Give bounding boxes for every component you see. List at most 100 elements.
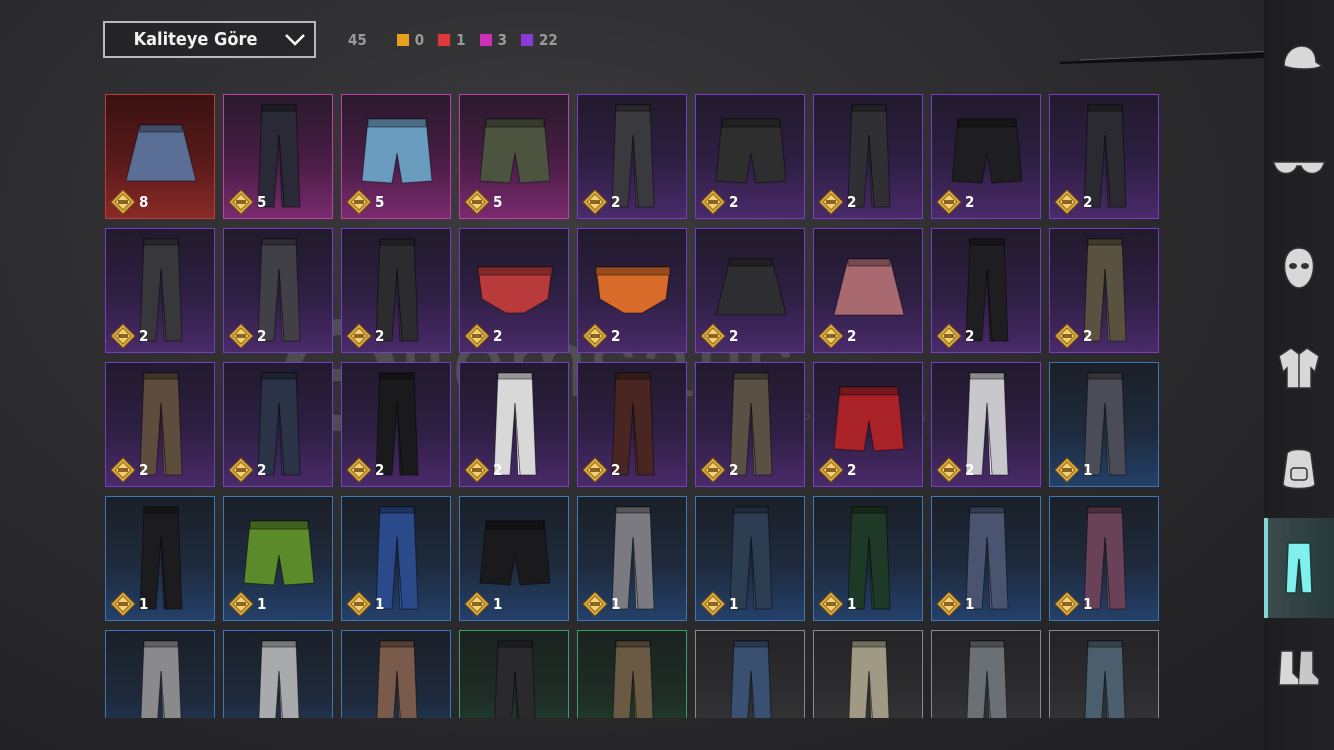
coin-icon (110, 591, 136, 617)
item-slot[interactable]: 2 (223, 228, 333, 353)
category-mask[interactable] (1264, 218, 1334, 318)
item-slot[interactable] (813, 630, 923, 718)
item-slot[interactable] (223, 630, 333, 718)
item-slot[interactable]: 2 (459, 228, 569, 353)
shoes-icon (1278, 650, 1320, 686)
item-slot[interactable]: 1 (1049, 496, 1159, 621)
coin-icon (110, 323, 136, 349)
item-count-badge: 1 (346, 591, 384, 617)
coin-icon (464, 323, 490, 349)
coin-icon (582, 457, 608, 483)
coin-icon (228, 189, 254, 215)
item-count: 2 (847, 461, 857, 479)
item-slot[interactable]: 2 (1049, 228, 1159, 353)
item-slot[interactable]: 2 (813, 94, 923, 219)
item-slot[interactable]: 2 (105, 228, 215, 353)
item-count: 1 (611, 595, 621, 613)
coin-icon (582, 323, 608, 349)
item-count: 2 (965, 461, 975, 479)
item-slot[interactable] (931, 630, 1041, 718)
item-slot[interactable]: 5 (341, 94, 451, 219)
item-slot[interactable]: 1 (695, 496, 805, 621)
item-slot[interactable]: 2 (577, 362, 687, 487)
item-slot[interactable]: 2 (223, 362, 333, 487)
item-count: 5 (257, 193, 267, 211)
item-slot[interactable]: 2 (459, 362, 569, 487)
pants-icon (1285, 542, 1313, 594)
item-slot[interactable]: 2 (813, 228, 923, 353)
pants-item-icon (140, 640, 182, 718)
item-slot[interactable]: 2 (695, 94, 805, 219)
item-slot[interactable]: 2 (341, 228, 451, 353)
category-shoes[interactable] (1264, 618, 1334, 718)
item-count: 2 (1083, 193, 1093, 211)
item-count-badge: 1 (936, 591, 974, 617)
item-slot[interactable]: 1 (105, 496, 215, 621)
item-count: 2 (375, 327, 385, 345)
item-count: 2 (611, 327, 621, 345)
category-glasses[interactable] (1264, 118, 1334, 218)
item-slot[interactable] (105, 630, 215, 718)
item-slot[interactable]: 2 (577, 94, 687, 219)
item-slot[interactable]: 5 (459, 94, 569, 219)
item-count-badge: 2 (346, 457, 384, 483)
orange-swatch-icon (396, 34, 409, 46)
item-count-badge: 2 (700, 323, 738, 349)
item-slot[interactable]: 1 (341, 496, 451, 621)
coin-icon (700, 189, 726, 215)
rarity-counts: 45 0 1 3 22 (348, 30, 572, 50)
item-slot[interactable]: 2 (695, 228, 805, 353)
item-count: 1 (139, 595, 149, 613)
item-slot[interactable]: 2 (931, 362, 1041, 487)
item-count: 5 (375, 193, 385, 211)
category-backpack[interactable] (1264, 418, 1334, 518)
coin-icon (464, 457, 490, 483)
item-slot[interactable]: 1 (1049, 362, 1159, 487)
item-slot[interactable]: 1 (459, 496, 569, 621)
item-slot[interactable]: 5 (223, 94, 333, 219)
item-slot[interactable]: 2 (105, 362, 215, 487)
item-slot[interactable]: 1 (931, 496, 1041, 621)
item-slot[interactable] (459, 630, 569, 718)
glasses-icon (1271, 161, 1327, 175)
item-slot[interactable]: 2 (813, 362, 923, 487)
item-slot[interactable] (1049, 630, 1159, 718)
category-hat[interactable] (1264, 20, 1334, 100)
item-slot[interactable] (695, 630, 805, 718)
coin-icon (464, 591, 490, 617)
item-slot[interactable]: 2 (1049, 94, 1159, 219)
coin-icon (936, 591, 962, 617)
coin-icon (110, 189, 136, 215)
item-slot[interactable]: 1 (223, 496, 333, 621)
item-count-badge: 1 (1054, 591, 1092, 617)
item-slot[interactable] (577, 630, 687, 718)
item-slot[interactable] (341, 630, 451, 718)
item-count: 2 (729, 327, 739, 345)
item-count-badge: 2 (464, 323, 502, 349)
item-count: 2 (729, 461, 739, 479)
item-count: 2 (965, 327, 975, 345)
category-jacket[interactable] (1264, 318, 1334, 418)
item-slot[interactable]: 2 (695, 362, 805, 487)
item-count: 2 (611, 193, 621, 211)
jacket-icon (1278, 347, 1320, 389)
sort-dropdown[interactable]: Kaliteye Göre (103, 21, 316, 58)
item-slot[interactable]: 2 (341, 362, 451, 487)
coin-icon (818, 457, 844, 483)
item-slot[interactable]: 2 (931, 228, 1041, 353)
category-pants[interactable] (1264, 518, 1334, 618)
item-count: 2 (847, 193, 857, 211)
coin-icon (818, 189, 844, 215)
item-count-badge: 1 (464, 591, 502, 617)
coin-icon (346, 591, 372, 617)
item-count: 1 (965, 595, 975, 613)
item-slot[interactable]: 2 (931, 94, 1041, 219)
item-count: 2 (375, 461, 385, 479)
item-slot[interactable]: 8 (105, 94, 215, 219)
coin-icon (936, 189, 962, 215)
item-slot[interactable]: 1 (813, 496, 923, 621)
item-slot[interactable]: 2 (577, 228, 687, 353)
pants-item-icon (966, 640, 1008, 718)
item-count-badge: 2 (346, 323, 384, 349)
item-slot[interactable]: 1 (577, 496, 687, 621)
